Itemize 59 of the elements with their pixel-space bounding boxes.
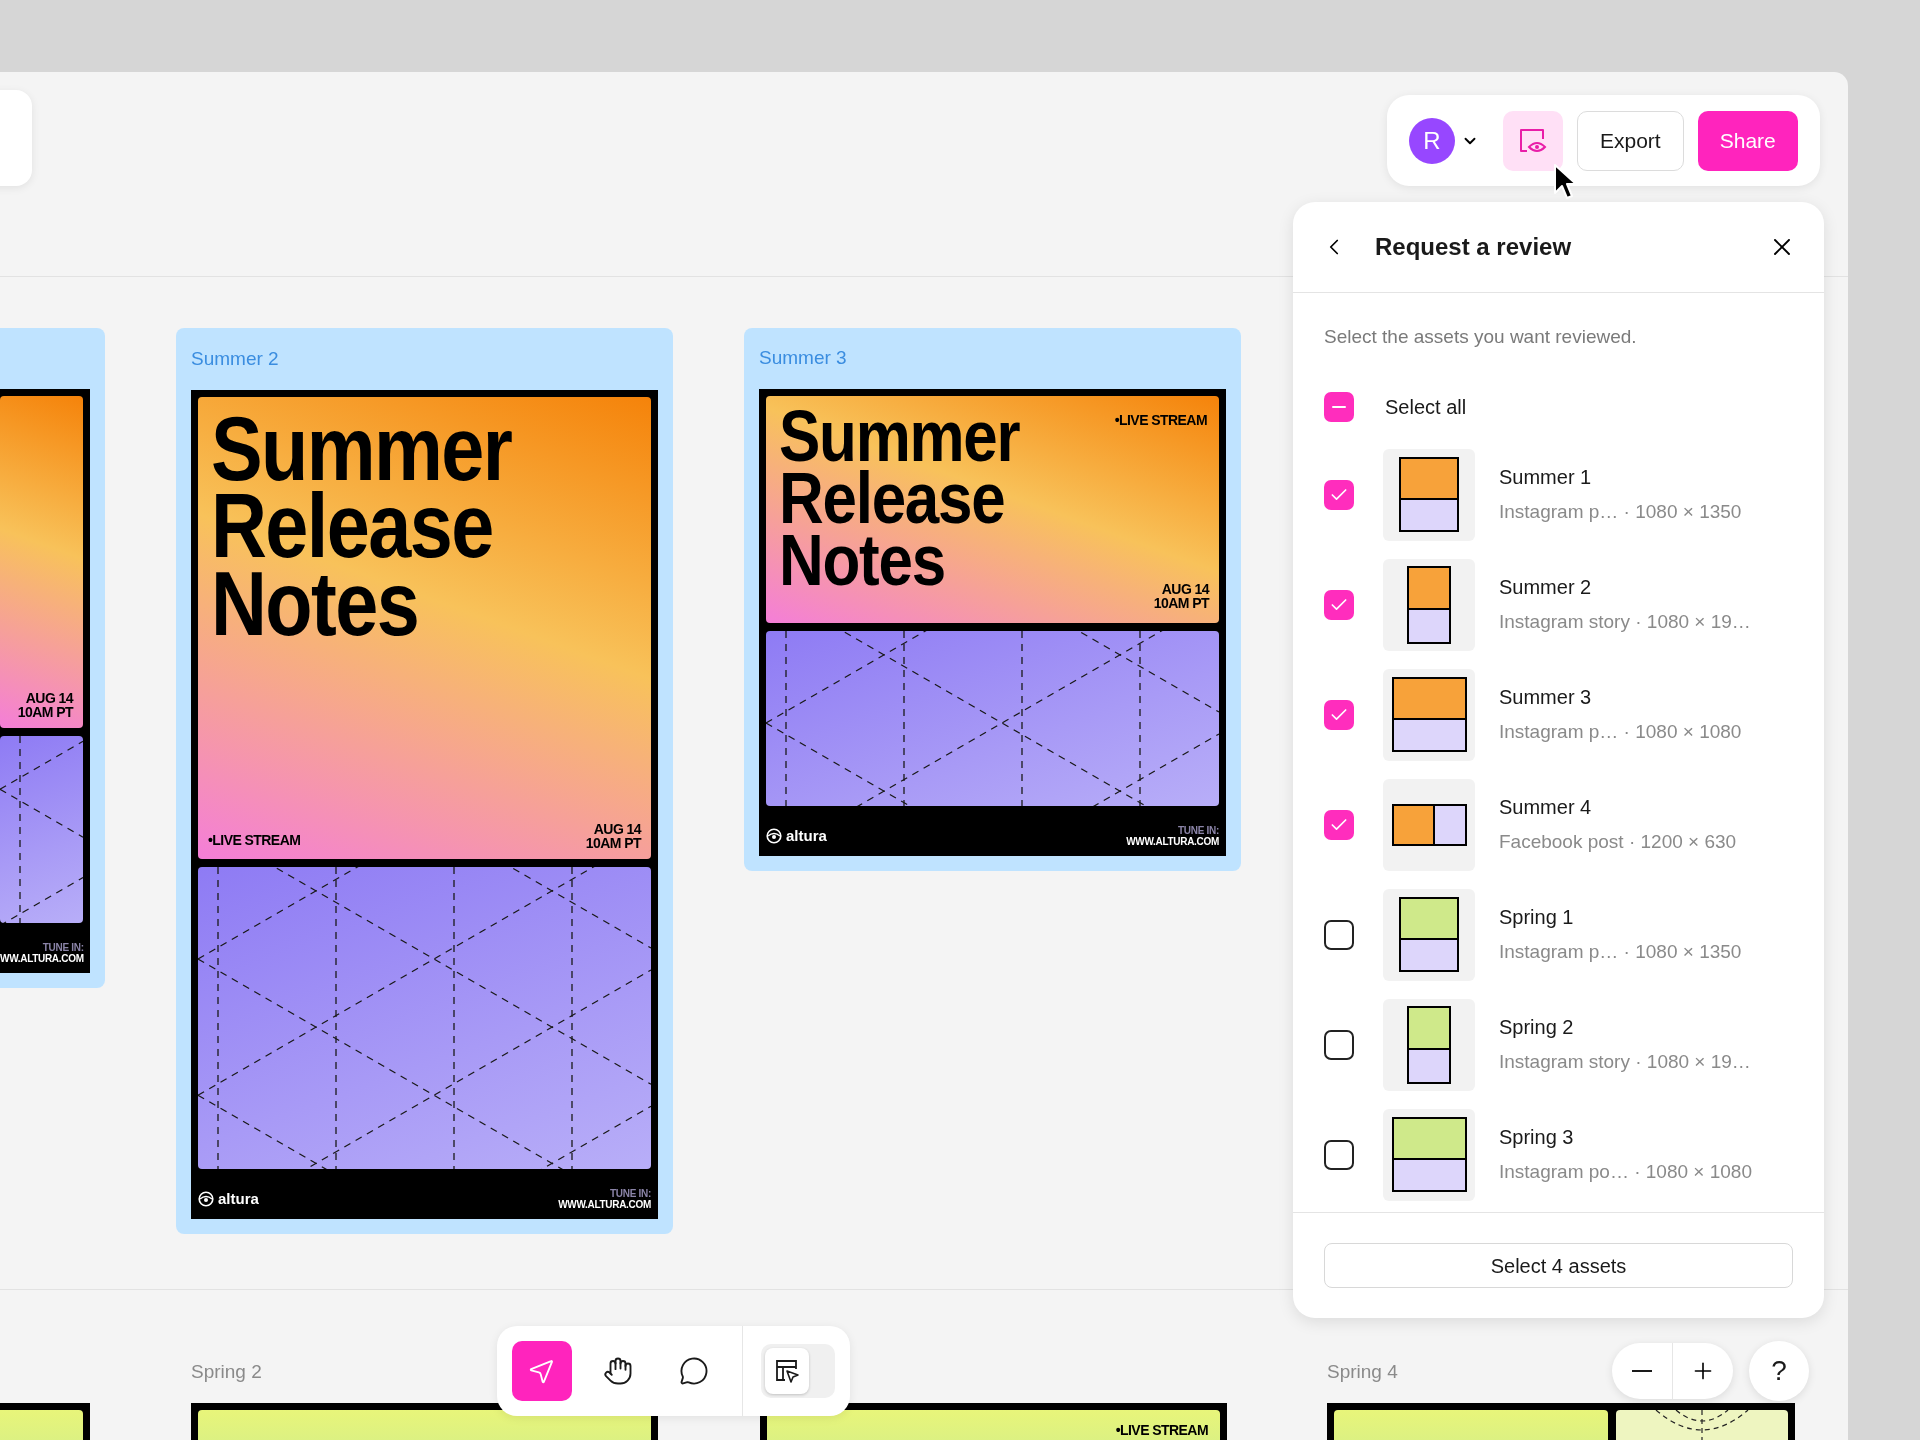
event-date: AUG 14 10AM PT [585, 821, 641, 851]
asset-name: Summer 2 [1499, 575, 1593, 601]
select-all-label: Select all [1385, 394, 1467, 420]
live-stream-label: •LIVE STREAM [208, 831, 301, 850]
checkbox[interactable] [1324, 479, 1354, 510]
event-date: AUG 14 10AM PT [1153, 581, 1209, 611]
poster-title: Summer Release Notes [779, 406, 1020, 592]
artboard-frame[interactable]: Summer 3 Summer Release Notes •LIVE STREAM AUG 14 10AM PT altura TUNE IN: WWW.ALTURA.COM [744, 328, 1241, 871]
hand-icon [603, 1356, 633, 1386]
asset-name: Summer 4 [1499, 795, 1593, 821]
artboard-frame[interactable]: AUG 14 10AM PT TUNE IN: WW.ALTURA.COM [0, 328, 105, 988]
asset-name: Summer 3 [1499, 685, 1593, 711]
screen-eye-icon [1518, 126, 1548, 155]
checkbox[interactable] [1324, 699, 1354, 730]
pointer-tool[interactable] [512, 1341, 572, 1401]
panel-subtitle: Select the assets you want reviewed. [1324, 325, 1638, 349]
frame-label: Summer 2 [191, 346, 279, 371]
logo-icon [766, 827, 782, 844]
checkbox[interactable] [1324, 589, 1354, 620]
asset-meta: Instagram story · 1080 × 19… [1499, 1050, 1751, 1075]
comment-icon [679, 1356, 709, 1386]
asset-meta: Facebook post · 1200 × 630 [1499, 830, 1737, 855]
poster-title: Summer Release Notes [211, 411, 512, 644]
asset-name: Spring 2 [1499, 1015, 1575, 1041]
frame-label: Spring 4 [1327, 1360, 1398, 1384]
minus-icon [1632, 1370, 1652, 1372]
asset-name: Summer 1 [1499, 465, 1593, 491]
asset-name: Spring 1 [1499, 905, 1575, 931]
tune-in-text: TUNE IN: WWW.ALTURA.COM [1126, 825, 1219, 847]
brand-name: altura [786, 825, 827, 846]
user-avatar[interactable]: R [1409, 117, 1455, 164]
asset-meta: Instagram p… · 1080 × 1350 [1499, 940, 1742, 965]
review-button[interactable] [1503, 110, 1563, 171]
tune-in-text: TUNE IN: WWW.ALTURA.COM [558, 1188, 651, 1210]
logo-icon [198, 1190, 214, 1207]
asset-meta: Instagram story · 1080 × 19… [1499, 610, 1751, 635]
event-date: AUG 14 10AM PT [17, 690, 73, 720]
live-stream-label: •LIVE STREAM [1115, 1421, 1208, 1440]
tune-in-text: TUNE IN: WW.ALTURA.COM [0, 942, 84, 964]
checkbox[interactable] [1324, 391, 1354, 422]
asset-meta: Instagram p… · 1080 × 1080 [1499, 720, 1742, 745]
checkbox[interactable] [1324, 1139, 1354, 1170]
layout-cursor-icon [774, 1358, 800, 1384]
checkbox[interactable] [1324, 919, 1354, 950]
select-assets-button[interactable]: Select 4 assets [1324, 1243, 1793, 1288]
export-button[interactable]: Export [1577, 110, 1684, 171]
asset-meta: Instagram po… · 1080 × 1080 [1499, 1160, 1752, 1185]
checkbox[interactable] [1324, 809, 1354, 840]
frame-label: Spring 2 [191, 1360, 262, 1384]
live-stream-label: •LIVE STREAM [1114, 411, 1207, 430]
artboard-frame[interactable]: Summer 2 Summer Release Notes •LIVE STREAM AUG 14 10AM PT altura TUNE IN: WWW.ALTURA.COM [176, 328, 673, 1234]
frame-label: Summer 3 [759, 346, 847, 371]
brand-name: altura [218, 1188, 259, 1209]
panel-title: Request a review [1375, 232, 1573, 262]
checkbox[interactable] [1324, 1029, 1354, 1060]
minus-icon [1332, 405, 1346, 408]
view-toggle[interactable] [761, 1344, 835, 1398]
asset-name: Spring 3 [1499, 1125, 1575, 1151]
asset-meta: Instagram p… · 1080 × 1350 [1499, 500, 1742, 525]
